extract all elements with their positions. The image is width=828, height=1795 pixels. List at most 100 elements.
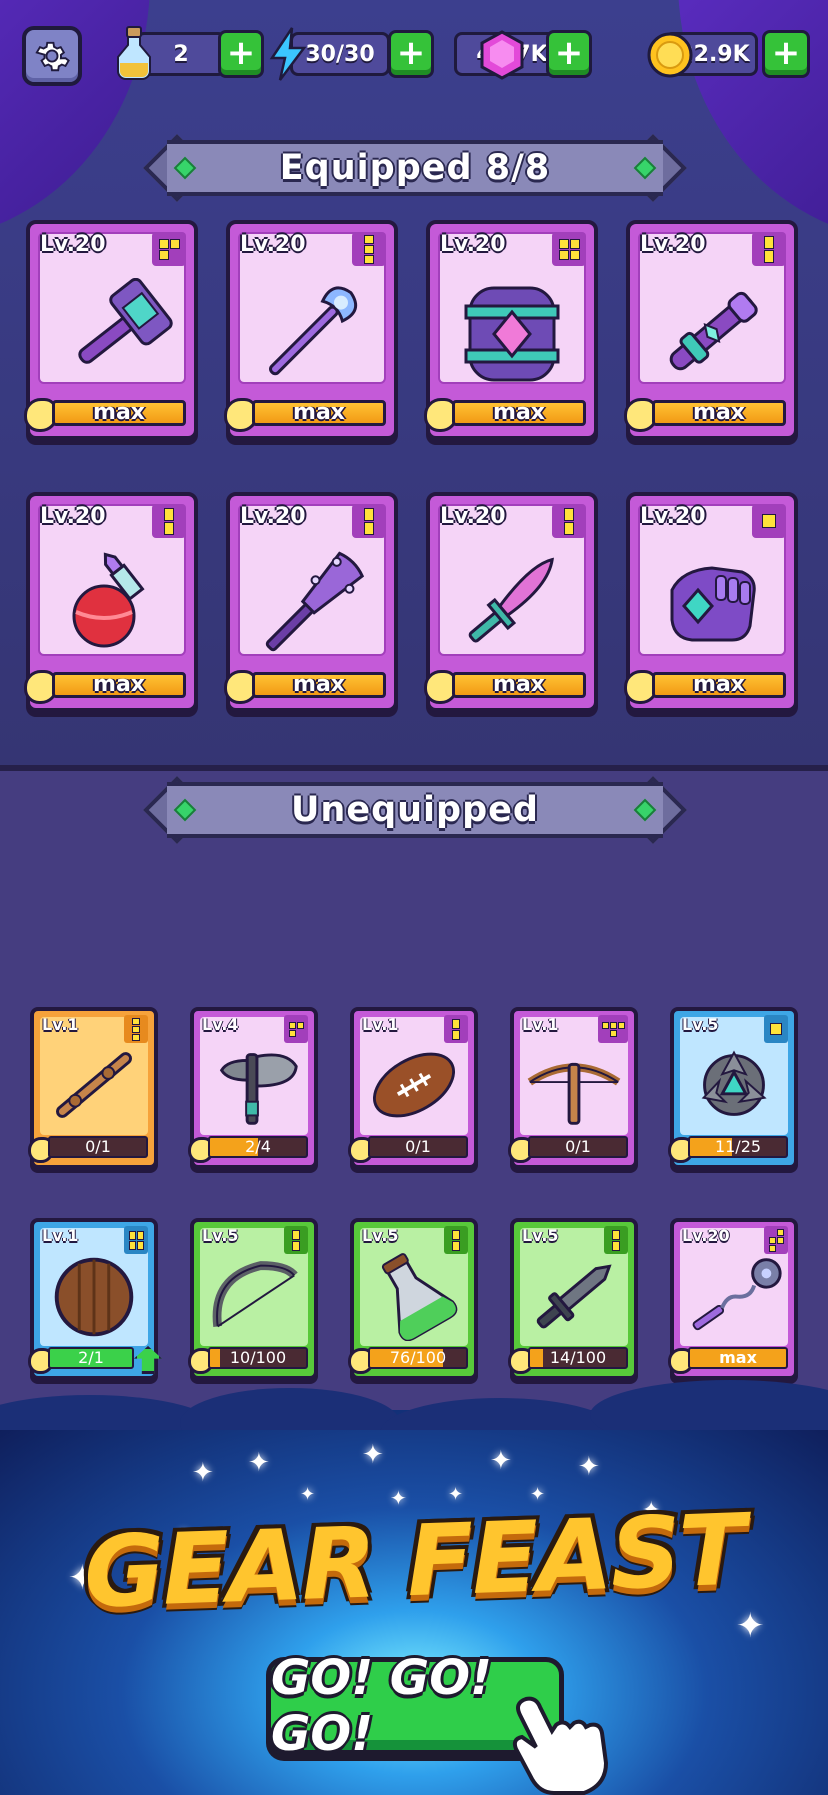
card-level: Lv.1 xyxy=(522,1015,559,1034)
section-divider xyxy=(0,765,828,771)
card-max-bar: max xyxy=(252,672,386,698)
equipped-card[interactable]: Lv.20 max xyxy=(624,220,798,440)
progress-fill xyxy=(530,1349,544,1367)
short-sword-icon xyxy=(520,1250,628,1342)
progress-bar: 76/100 xyxy=(368,1347,468,1369)
add-coins-button[interactable]: + xyxy=(762,30,810,78)
progress-bar: 11/25 xyxy=(688,1136,788,1158)
progress-text: 76/100 xyxy=(389,1348,447,1367)
progress-bar: 0/1 xyxy=(48,1136,148,1158)
sparkle-icon: ✦ xyxy=(490,1446,512,1476)
card-level: Lv.5 xyxy=(682,1015,719,1034)
progress-text: 2/1 xyxy=(78,1348,104,1367)
sparkle-icon: ✦ xyxy=(736,1606,765,1646)
card-level: Lv.1 xyxy=(362,1015,399,1034)
unequipped-card[interactable]: Lv.1 0/1 xyxy=(348,1007,478,1169)
progress-bar: 0/1 xyxy=(368,1136,468,1158)
card-level: Lv.20 xyxy=(440,504,506,529)
gear-screen: 2 + 30/30 + 42.7K + 22.9K + Equipped 8/8 xyxy=(0,0,828,1795)
flail-icon xyxy=(680,1250,788,1342)
resource-bar: 2 + 30/30 + 42.7K + 22.9K + xyxy=(22,24,810,86)
barrel-icon xyxy=(438,278,586,388)
card-level: Lv.20 xyxy=(40,504,106,529)
card-level: Lv.20 xyxy=(440,232,506,257)
progress-text: 2/4 xyxy=(245,1137,271,1156)
card-level: Lv.1 xyxy=(42,1226,79,1245)
unequipped-card[interactable]: Lv.5 10/100 xyxy=(188,1218,318,1380)
bow-icon xyxy=(200,1250,308,1342)
sparkle-icon: ✦ xyxy=(248,1448,270,1478)
unequipped-card[interactable]: Lv.1 0/1 xyxy=(28,1007,158,1169)
card-max-bar: max xyxy=(252,400,386,426)
unequipped-card[interactable]: Lv.5 11/25 xyxy=(668,1007,798,1169)
card-level: Lv.1 xyxy=(42,1015,79,1034)
card-max-bar: max xyxy=(452,400,586,426)
card-max-bar: max xyxy=(652,400,786,426)
pointing-hand-icon xyxy=(502,1685,612,1795)
unequipped-card[interactable]: Lv.1 2/1 xyxy=(28,1218,162,1380)
unequipped-card[interactable]: Lv.1 0/1 xyxy=(508,1007,638,1169)
progress-bar: 10/100 xyxy=(208,1347,308,1369)
card-max-bar: max xyxy=(652,672,786,698)
add-energy-button[interactable]: + xyxy=(388,30,434,78)
card-level: Lv.20 xyxy=(40,232,106,257)
progress-fill xyxy=(210,1349,220,1367)
card-max-bar: max xyxy=(52,400,186,426)
spiked-club-icon xyxy=(238,550,386,660)
sparkle-icon: ✦ xyxy=(300,1484,316,1505)
slot-shape-icon xyxy=(352,504,386,538)
progress-text: 11/25 xyxy=(714,1137,762,1156)
card-level: Lv.20 xyxy=(640,504,706,529)
upgrade-arrow-icon xyxy=(134,1346,162,1374)
unequipped-card[interactable]: Lv.5 76/100 xyxy=(348,1218,478,1380)
equipped-card[interactable]: Lv.20 max xyxy=(224,492,398,712)
unequipped-card[interactable]: Lv.4 2/4 xyxy=(188,1007,318,1169)
equipped-card[interactable]: Lv.20 max xyxy=(424,220,598,440)
equipped-card[interactable]: Lv.20 max xyxy=(624,492,798,712)
progress-text: 0/1 xyxy=(405,1137,431,1156)
progress-bar: max xyxy=(688,1347,788,1369)
add-gems-button[interactable]: + xyxy=(546,30,592,78)
slot-shape-icon xyxy=(752,232,786,266)
card-max-bar: max xyxy=(52,672,186,698)
progress-text: max xyxy=(719,1348,757,1367)
settings-button[interactable] xyxy=(22,26,82,86)
card-level: Lv.20 xyxy=(240,232,306,257)
card-level: Lv.5 xyxy=(362,1226,399,1245)
sparkle-icon: ✦ xyxy=(448,1484,464,1505)
sparkle-icon: ✦ xyxy=(362,1440,384,1470)
progress-text: 14/100 xyxy=(549,1348,607,1367)
slot-shape-icon xyxy=(552,232,586,266)
unequipped-card[interactable]: Lv.20 max xyxy=(668,1218,798,1380)
scepter-icon xyxy=(638,278,786,388)
gem-icon xyxy=(478,30,526,80)
staff-icon xyxy=(238,278,386,388)
card-level: Lv.20 xyxy=(682,1226,730,1245)
equipped-card[interactable]: Lv.20 max xyxy=(24,492,198,712)
equipped-banner: Equipped 8/8 xyxy=(143,134,687,202)
progress-bar: 14/100 xyxy=(528,1347,628,1369)
card-level: Lv.20 xyxy=(640,232,706,257)
slot-shape-icon xyxy=(352,232,386,266)
add-potion-button[interactable]: + xyxy=(218,30,264,78)
unequipped-banner: Unequipped xyxy=(143,776,687,844)
football-icon xyxy=(360,1039,468,1131)
potion-bottle-icon xyxy=(38,550,186,660)
equipped-card[interactable]: Lv.20 max xyxy=(424,492,598,712)
equipped-card[interactable]: Lv.20 max xyxy=(224,220,398,440)
unequipped-card[interactable]: Lv.5 14/100 xyxy=(508,1218,638,1380)
curved-blade-icon xyxy=(438,550,586,660)
shuriken-icon xyxy=(680,1039,788,1131)
progress-bar: 2/4 xyxy=(208,1136,308,1158)
hammer-icon xyxy=(38,278,186,388)
potion-icon xyxy=(114,24,154,84)
gauntlet-icon xyxy=(638,550,786,660)
sparkle-icon: ✦ xyxy=(192,1458,214,1488)
wooden-stick-icon xyxy=(40,1039,148,1131)
progress-text: 0/1 xyxy=(85,1137,111,1156)
card-level: Lv.5 xyxy=(202,1226,239,1245)
card-max-bar: max xyxy=(452,672,586,698)
equipped-card[interactable]: Lv.20 max xyxy=(24,220,198,440)
progress-bar: 0/1 xyxy=(528,1136,628,1158)
slot-shape-icon xyxy=(152,504,186,538)
